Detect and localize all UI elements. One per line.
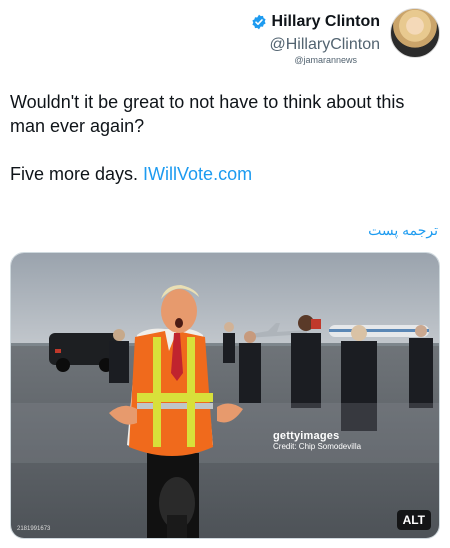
tweet-header: Hillary Clinton @HillaryClinton @jamaran… bbox=[0, 6, 440, 66]
tweet-line-1: Wouldn't it be great to not have to thin… bbox=[10, 92, 405, 136]
author-name-row[interactable]: Hillary Clinton bbox=[251, 13, 380, 31]
author-handle[interactable]: @HillaryClinton bbox=[270, 36, 381, 54]
getty-watermark: gettyimages Credit: Chip Somodevilla bbox=[273, 430, 361, 451]
verified-badge-icon bbox=[251, 14, 267, 30]
avatar[interactable] bbox=[390, 8, 440, 58]
getty-logo: gettyimages bbox=[273, 430, 340, 442]
display-name[interactable]: Hillary Clinton bbox=[272, 13, 380, 31]
watermark-text: @jamarannews bbox=[294, 55, 357, 65]
tweet-body: Wouldn't it be great to not have to thin… bbox=[10, 90, 440, 210]
alt-text-button[interactable]: ALT bbox=[396, 510, 431, 530]
tweet-photo[interactable]: gettyimages Credit: Chip Somodevilla 218… bbox=[10, 252, 440, 539]
photo-scene bbox=[11, 253, 439, 538]
tweet-line-2: Five more days. IWillVote.com bbox=[10, 162, 440, 186]
translate-post-link[interactable]: ترجمه پست bbox=[368, 222, 438, 239]
tweet-line-2-text: Five more days. bbox=[10, 164, 144, 184]
image-id: 2181991673 bbox=[17, 526, 51, 532]
vote-link[interactable]: IWillVote.com bbox=[143, 164, 252, 184]
photo-credit: Credit: Chip Somodevilla bbox=[273, 442, 362, 451]
